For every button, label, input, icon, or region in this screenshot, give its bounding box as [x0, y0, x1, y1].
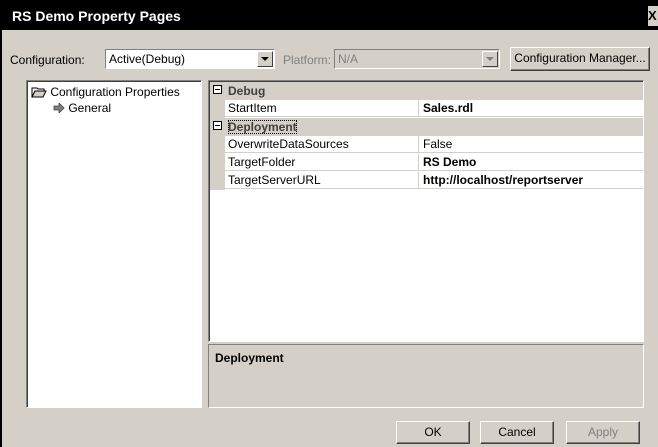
apply-button: Apply — [566, 421, 640, 444]
category-name: Deployment — [228, 120, 297, 134]
configuration-dropdown-button[interactable] — [257, 51, 273, 67]
category-name: Debug — [228, 84, 266, 98]
tree-item-label: Configuration Properties — [50, 85, 180, 99]
property-name: StartItem — [225, 100, 419, 117]
chevron-down-icon — [261, 57, 269, 61]
property-grid: Debug StartItem Sales.rdl Deployment Ove… — [208, 80, 644, 342]
property-value[interactable]: http://localhost/reportserver — [419, 172, 643, 189]
collapse-icon[interactable] — [213, 121, 222, 130]
platform-label: Platform: — [283, 53, 332, 67]
configuration-tree: Configuration Properties General — [26, 80, 202, 408]
cancel-button[interactable]: Cancel — [480, 421, 554, 444]
property-row-targetserverurl[interactable]: TargetServerURL http://localhost/reports… — [210, 172, 643, 190]
property-value[interactable]: Sales.rdl — [419, 100, 643, 117]
platform-value: N/A — [338, 52, 359, 66]
window-title: RS Demo Property Pages — [12, 8, 181, 24]
property-row-overwritedatasources[interactable]: OverwriteDataSources False — [210, 136, 643, 154]
tree-item-configuration-properties[interactable]: Configuration Properties — [31, 85, 180, 99]
tree-item-label: General — [68, 101, 112, 115]
chevron-down-icon — [486, 57, 494, 61]
configuration-manager-button[interactable]: Configuration Manager... — [510, 47, 650, 71]
property-name: TargetFolder — [225, 154, 419, 171]
property-pages-dialog: RS Demo Property Pages X Configuration: … — [0, 0, 658, 447]
property-value[interactable]: RS Demo — [419, 154, 643, 171]
property-row-startitem[interactable]: StartItem Sales.rdl — [210, 100, 643, 118]
title-bar[interactable]: RS Demo Property Pages X — [2, 2, 658, 30]
tree-item-general[interactable]: General — [53, 101, 111, 115]
property-name: OverwriteDataSources — [225, 136, 419, 153]
configuration-label: Configuration: — [10, 53, 85, 67]
configuration-dropdown[interactable]: Active(Debug) — [105, 49, 275, 69]
property-name: TargetServerURL — [225, 172, 419, 189]
platform-dropdown: N/A — [334, 49, 500, 69]
collapse-icon[interactable] — [213, 85, 222, 94]
category-deployment[interactable]: Deployment — [210, 118, 643, 136]
close-icon[interactable]: X — [648, 6, 658, 26]
ok-button[interactable]: OK — [396, 421, 470, 444]
description-title: Deployment — [215, 351, 284, 365]
arrow-right-icon — [53, 102, 65, 114]
configuration-value: Active(Debug) — [109, 52, 186, 66]
property-row-targetfolder[interactable]: TargetFolder RS Demo — [210, 154, 643, 172]
category-debug[interactable]: Debug — [210, 82, 643, 100]
property-value[interactable]: False — [419, 136, 643, 153]
platform-dropdown-button — [482, 51, 498, 67]
folder-open-icon — [31, 87, 47, 98]
description-pane: Deployment — [208, 344, 644, 408]
